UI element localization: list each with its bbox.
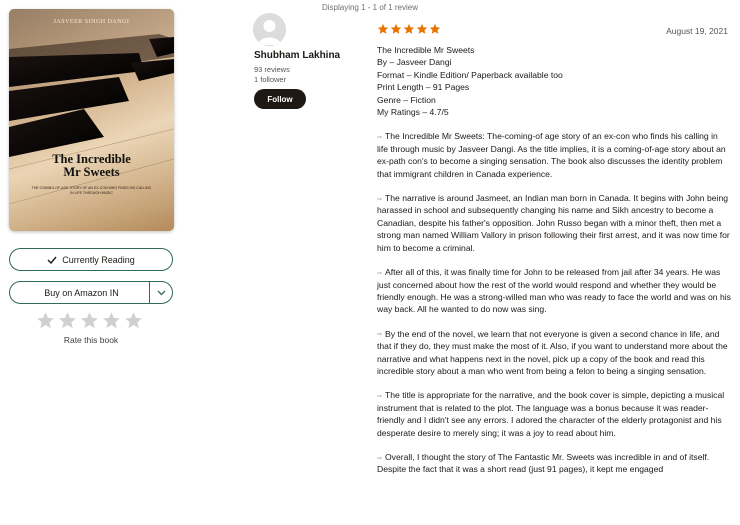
pointing-hand-icon — [377, 271, 382, 275]
review-paragraph-text: The title is appropriate for the narrati… — [377, 390, 725, 438]
currently-reading-button[interactable]: Currently Reading — [9, 248, 173, 271]
rating-star-icon — [390, 23, 402, 34]
reviewer-review-count[interactable]: 93 reviews — [254, 65, 290, 75]
pointing-hand-icon — [377, 394, 382, 398]
cover-title: The Incredible Mr Sweets — [9, 153, 174, 179]
reviewer-name[interactable]: Shubham Lakhina — [254, 50, 340, 61]
review-paragraph-text: By the end of the novel, we learn that n… — [377, 328, 728, 376]
review-meta-line: The Incredible Mr Sweets — [377, 45, 475, 55]
pointing-hand-icon — [377, 332, 382, 336]
review-paragraph-text: Overall, I thought the story of The Fant… — [377, 451, 710, 475]
review-paragraph-text: The narrative is around Jasmeet, an Indi… — [377, 193, 730, 253]
rate-star-icon[interactable] — [124, 311, 143, 330]
review-rating-stars — [377, 23, 441, 35]
rate-star-icon[interactable] — [102, 311, 121, 330]
rate-this-book-label: Rate this book — [63, 335, 119, 345]
review-paragraph-text: The Incredible Mr Sweets: The-coming-of … — [377, 131, 726, 179]
user-icon — [253, 13, 286, 46]
currently-reading-label: Currently Reading — [62, 254, 135, 265]
rating-star-icon — [403, 23, 415, 34]
rating-star-icon — [429, 23, 441, 34]
review-paragraph: After all of this, it was finally time f… — [377, 266, 731, 316]
review-meta-line: Print Length – 91 Pages — [377, 82, 470, 93]
review-meta-line: Genre – Fiction — [377, 94, 436, 105]
review-meta-line: By – Jasveer Dangi — [377, 57, 452, 68]
review-paragraphs: The Incredible Mr Sweets: The-coming-of … — [377, 130, 731, 475]
rate-star-icon[interactable] — [36, 311, 55, 330]
review-paragraph: Overall, I thought the story of The Fant… — [377, 451, 731, 476]
review-paragraph: By the end of the novel, we learn that n… — [377, 328, 731, 378]
rate-stars[interactable] — [36, 311, 143, 330]
review-paragraph: The Incredible Mr Sweets: The-coming-of … — [377, 130, 731, 180]
reviewer-stats: 93 reviews 1 follower — [254, 65, 290, 85]
rating-star-icon — [377, 23, 389, 34]
cover-title-line-2: Mr Sweets — [63, 165, 120, 179]
review-paragraph-text: After all of this, it was finally time f… — [377, 267, 731, 315]
check-icon — [47, 256, 57, 264]
review-text: The Incredible Mr Sweets By – Jasveer Dan… — [377, 44, 731, 476]
pointing-hand-icon — [377, 456, 382, 460]
rate-star-icon[interactable] — [80, 311, 99, 330]
buy-amazon-label: Buy on Amazon IN — [44, 287, 119, 298]
piano-keys-illustration — [9, 9, 174, 231]
cover-author: JASVEER SINGH DANGI — [53, 19, 130, 25]
review-paragraph: The title is appropriate for the narrati… — [377, 389, 731, 439]
avatar[interactable] — [253, 13, 286, 46]
pointing-hand-icon — [377, 135, 382, 139]
review-paragraph: The narrative is around Jasmeet, an Indi… — [377, 192, 731, 254]
pointing-hand-icon — [377, 197, 382, 201]
review-meta-line: Format – Kindle Edition/ Paperback avail… — [377, 69, 563, 80]
rating-star-icon — [416, 23, 428, 34]
review-meta: The Incredible Mr Sweets By – Jasveer Dan… — [377, 44, 731, 118]
cover-tagline: THE COMING-OF-AGE STORY OF AN EX-CON WHO… — [31, 186, 152, 195]
follow-button[interactable]: Follow — [254, 89, 306, 109]
book-cover[interactable]: JASVEER SINGH DANGI The Incredible Mr Sw… — [9, 9, 174, 231]
reviewer-follower-count[interactable]: 1 follower — [254, 75, 290, 85]
buy-options-dropdown[interactable] — [150, 290, 172, 296]
chevron-down-icon — [157, 290, 165, 295]
review-meta-line: My Ratings – 4.7/5 — [377, 107, 449, 118]
buy-amazon-button[interactable]: Buy on Amazon IN — [9, 281, 173, 304]
rate-star-icon[interactable] — [58, 311, 77, 330]
review-date[interactable]: August 19, 2021 — [666, 26, 728, 36]
